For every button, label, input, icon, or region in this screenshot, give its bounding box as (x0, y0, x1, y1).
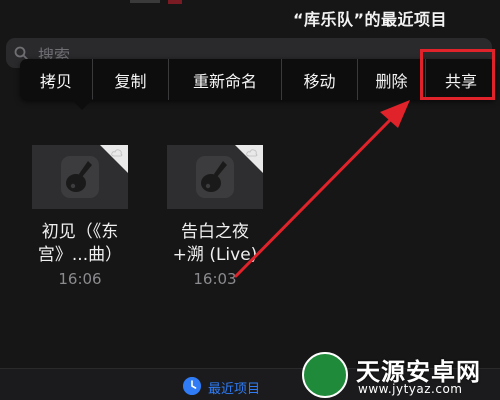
file-name-1-line2: 宫》...曲） (37, 245, 123, 265)
file-thumbnail-2[interactable] (167, 145, 263, 209)
menu-item-move[interactable]: 移动 (282, 59, 358, 100)
status-bar-fragment-red (168, 0, 182, 4)
file-name-1-line1: 初见（《东 (41, 222, 119, 242)
cloud-icon (111, 149, 123, 157)
page-title: “库乐队”的最近项目 (292, 10, 448, 29)
menu-item-delete[interactable]: 删除 (358, 59, 426, 100)
file-time-2: 16:03 (193, 270, 237, 288)
watermark-url: www.jytyaz.com (358, 382, 463, 396)
menu-item-copy[interactable]: 拷贝 (20, 59, 93, 100)
clock-icon[interactable] (183, 377, 201, 395)
file-thumbnail-1[interactable] (32, 145, 128, 209)
menu-item-duplicate[interactable]: 复制 (93, 59, 169, 100)
guitar-icon (61, 156, 99, 198)
file-time-1: 16:06 (58, 270, 102, 288)
search-icon (14, 46, 28, 60)
tab-recents[interactable]: 最近项目 (208, 378, 260, 397)
menu-pointer (71, 99, 93, 110)
share-highlight-box (420, 49, 495, 100)
status-bar-fragment (130, 0, 160, 3)
file-name-2-line1: 告白之夜 (181, 222, 249, 242)
menu-item-rename[interactable]: 重新命名 (169, 59, 282, 100)
file-name-2-line2: +溯 (Live) (172, 245, 258, 265)
cloud-icon (246, 149, 258, 157)
guitar-icon (196, 156, 234, 198)
watermark-logo-icon (302, 352, 348, 398)
